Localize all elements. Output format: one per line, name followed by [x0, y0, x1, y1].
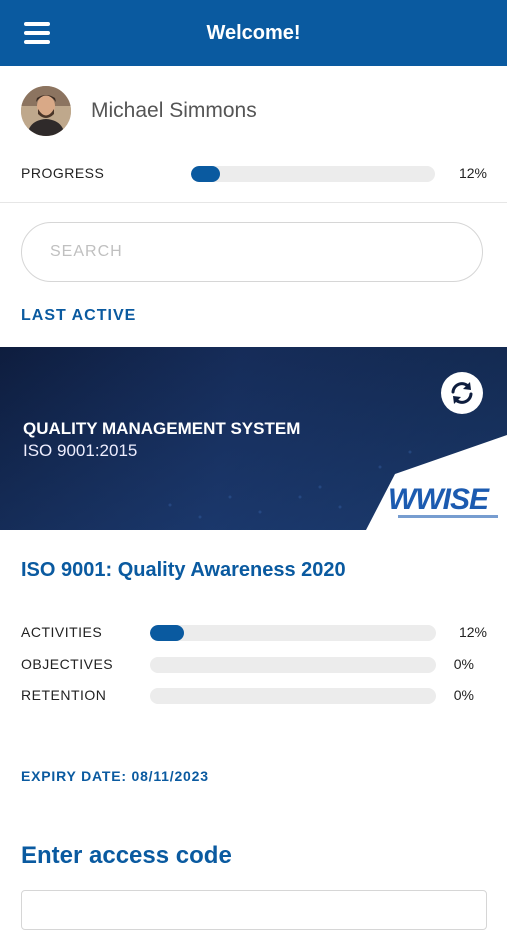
stat-value: 12% — [458, 624, 487, 640]
access-code-heading: Enter access code — [21, 842, 232, 869]
banner-subtitle: ISO 9001:2015 — [23, 441, 138, 460]
wwise-logo: WWISE — [388, 483, 489, 516]
user-profile: Michael Simmons — [21, 86, 257, 136]
stat-bar-fill — [150, 625, 185, 641]
page-title: Welcome! — [206, 21, 301, 44]
top-app-bar: Welcome! — [0, 0, 507, 66]
search-input[interactable] — [21, 222, 483, 282]
divider — [0, 202, 507, 203]
progress-bar — [191, 166, 435, 182]
progress-value: 12% — [458, 165, 487, 181]
user-name: Michael Simmons — [91, 99, 257, 122]
refresh-button[interactable] — [441, 372, 483, 414]
stat-label: RETENTION — [21, 687, 107, 703]
stat-value: 0% — [453, 656, 474, 672]
course-title[interactable]: ISO 9001: Quality Awareness 2020 — [21, 559, 346, 582]
stat-objectives: OBJECTIVES 0% — [21, 655, 487, 675]
stat-value: 0% — [453, 687, 474, 703]
hamburger-menu-icon[interactable] — [24, 22, 50, 44]
progress-label: PROGRESS — [21, 165, 105, 181]
overall-progress: PROGRESS 12% — [21, 164, 487, 184]
stat-bar — [150, 625, 436, 641]
logo-tagline — [398, 515, 498, 518]
stat-label: OBJECTIVES — [21, 656, 114, 672]
stat-label: ACTIVITIES — [21, 624, 103, 640]
stat-retention: RETENTION 0% — [21, 686, 487, 706]
access-code-input[interactable] — [21, 890, 487, 930]
avatar — [21, 86, 71, 136]
banner-title: QUALITY MANAGEMENT SYSTEM — [23, 419, 301, 438]
expiry-date: EXPIRY DATE: 08/11/2023 — [21, 768, 209, 784]
last-active-label: LAST ACTIVE — [21, 307, 137, 324]
stat-bar — [150, 688, 436, 704]
stat-activities: ACTIVITIES 12% — [21, 623, 487, 643]
refresh-icon — [451, 382, 473, 404]
progress-bar-fill — [191, 166, 221, 182]
stat-bar — [150, 657, 436, 673]
